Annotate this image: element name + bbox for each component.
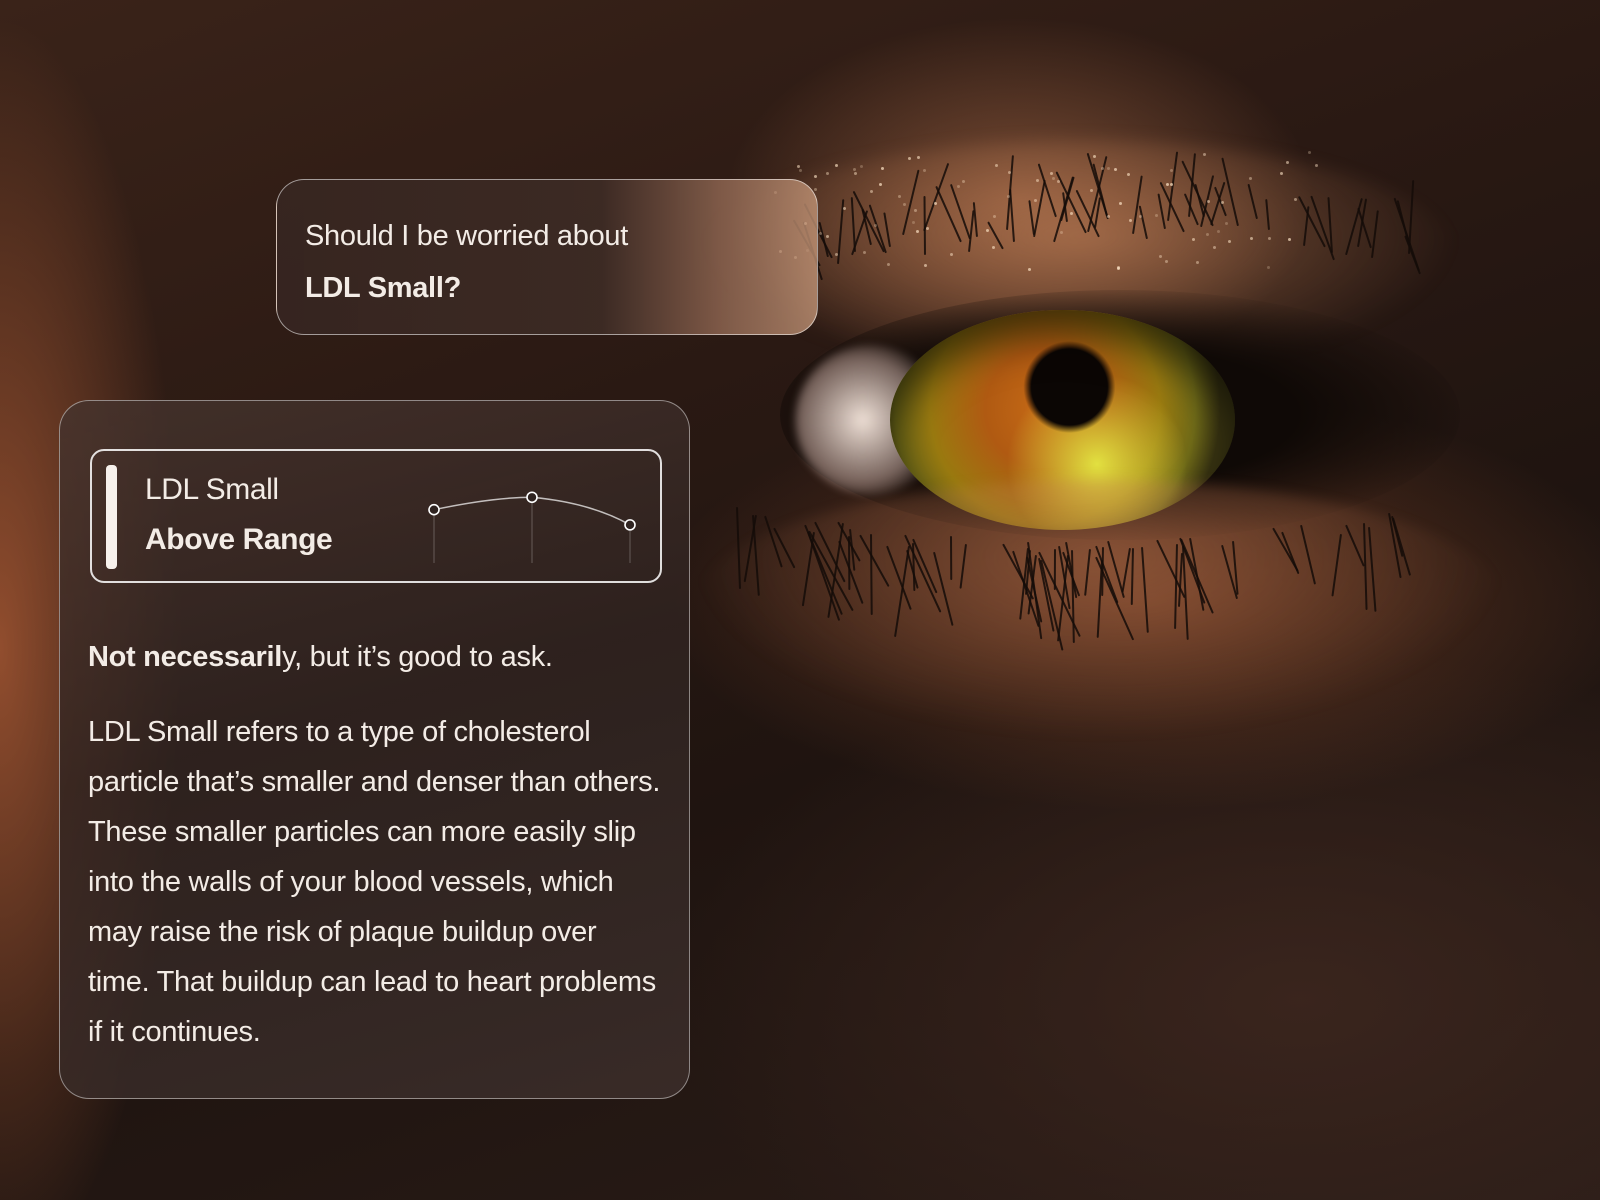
skin-highlight bbox=[869, 189, 873, 193]
skin-highlight bbox=[1164, 259, 1168, 263]
question-topic: LDL Small? bbox=[305, 272, 461, 304]
skin-highlight bbox=[1106, 167, 1110, 171]
status-indicator-bar bbox=[106, 465, 117, 569]
skin-highlight bbox=[994, 163, 998, 167]
skin-highlight bbox=[834, 252, 838, 256]
skin-highlight bbox=[956, 185, 960, 189]
skin-highlight bbox=[862, 250, 866, 254]
skin-highlight bbox=[859, 164, 863, 168]
eyelash bbox=[869, 533, 873, 616]
answer-lead: Not necessarily, but it’s good to ask. bbox=[88, 635, 661, 679]
skin-highlight bbox=[1285, 160, 1289, 164]
skin-highlight bbox=[986, 228, 990, 232]
skin-highlight bbox=[923, 264, 927, 268]
skin-highlight bbox=[961, 180, 965, 184]
skin-highlight bbox=[1315, 163, 1319, 167]
question-card: Should I be worried about LDL Small? bbox=[276, 179, 818, 335]
skin-highlight bbox=[853, 167, 857, 171]
skin-highlight bbox=[1267, 236, 1271, 240]
metric-name: LDL Small bbox=[145, 473, 279, 506]
metric-status: Above Range bbox=[145, 523, 333, 556]
skin-highlight bbox=[879, 182, 883, 186]
sparkline-point-1 bbox=[526, 491, 538, 504]
eyelash bbox=[847, 535, 851, 590]
skin-highlight bbox=[1154, 214, 1158, 218]
sparkline-point-2 bbox=[624, 519, 636, 531]
skin-highlight bbox=[916, 229, 920, 233]
skin-highlight bbox=[1116, 266, 1120, 270]
sparkline-point-0 bbox=[428, 503, 440, 516]
skin-highlight bbox=[897, 194, 901, 198]
skin-highlight bbox=[1052, 176, 1055, 180]
skin-highlight bbox=[1166, 182, 1170, 186]
metric-card[interactable]: LDL Small Above Range bbox=[90, 449, 662, 583]
skin-highlight bbox=[991, 246, 995, 250]
skin-highlight bbox=[1007, 171, 1011, 175]
skin-highlight bbox=[797, 164, 801, 168]
skin-highlight bbox=[933, 201, 937, 205]
skin-highlight bbox=[1205, 233, 1209, 237]
skin-highlight bbox=[1027, 267, 1031, 271]
skin-highlight bbox=[1212, 246, 1216, 250]
skin-highlight bbox=[1114, 167, 1118, 171]
answer-lead-bold: Not necessaril bbox=[88, 641, 283, 673]
question-text: Should I be worried about bbox=[305, 220, 628, 252]
skin-highlight bbox=[825, 171, 829, 175]
skin-highlight bbox=[1249, 237, 1253, 241]
skin-highlight bbox=[1308, 150, 1312, 154]
answer-lead-rest: y, but it’s good to ask. bbox=[282, 641, 553, 673]
skin-highlight bbox=[799, 169, 803, 173]
answer-body: LDL Small refers to a type of cholestero… bbox=[88, 716, 661, 1048]
skin-highlight bbox=[1036, 178, 1040, 182]
skin-highlight bbox=[813, 188, 817, 192]
skin-highlight bbox=[1128, 219, 1132, 223]
skin-highlight bbox=[1033, 199, 1037, 203]
skin-highlight bbox=[911, 220, 915, 224]
skin-highlight bbox=[1101, 166, 1105, 170]
skin-highlight bbox=[825, 235, 829, 239]
trend-sparkline bbox=[428, 491, 636, 563]
skin-highlight bbox=[916, 155, 920, 159]
skin-highlight bbox=[1227, 239, 1231, 243]
skin-highlight bbox=[1221, 200, 1225, 204]
skin-highlight bbox=[1169, 183, 1173, 187]
answer-card: LDL Small Above Range Not necessarily, b… bbox=[59, 400, 690, 1099]
skin-highlight bbox=[1266, 265, 1270, 269]
